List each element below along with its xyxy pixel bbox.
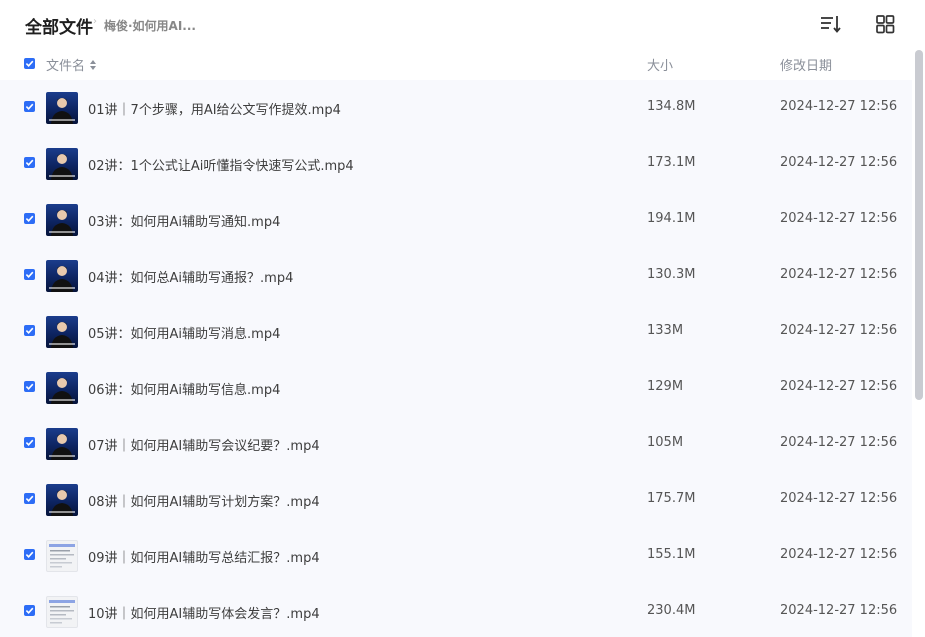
file-size: 194.1M [647,211,696,226]
row-checkbox[interactable] [24,549,35,560]
file-date: 2024-12-27 12:56 [780,99,898,114]
file-row[interactable]: 06讲：如何用Ai辅助写信息.mp4 129M 2024-12-27 12:56 [0,360,912,416]
document-thumbnail [46,596,78,628]
file-date: 2024-12-27 12:56 [780,211,898,226]
video-thumbnail [46,316,78,348]
file-name[interactable]: 01讲｜7个步骤，用AI给公文写作提效.mp4 [88,99,341,118]
sort-caret-icon [89,59,97,71]
file-date: 2024-12-27 12:56 [780,379,898,394]
file-row[interactable]: 04讲：如何总Ai辅助写通报？.mp4 130.3M 2024-12-27 12… [0,248,912,304]
row-checkbox[interactable] [24,605,35,616]
file-name[interactable]: 10讲｜如何用AI辅助写体会发言？.mp4 [88,603,320,622]
file-name[interactable]: 04讲：如何总Ai辅助写通报？.mp4 [88,267,293,286]
file-row[interactable]: 02讲：1个公式让Ai听懂指令快速写公式.mp4 173.1M 2024-12-… [0,136,912,192]
file-date: 2024-12-27 12:56 [780,491,898,506]
video-thumbnail [46,372,78,404]
file-date: 2024-12-27 12:56 [780,547,898,562]
sort-list-icon[interactable] [818,12,842,36]
file-size: 134.8M [647,99,696,114]
file-size: 105M [647,435,684,450]
video-thumbnail [46,428,78,460]
file-row[interactable]: 10讲｜如何用AI辅助写体会发言？.mp4 230.4M 2024-12-27 … [0,584,912,637]
file-row[interactable]: 01讲｜7个步骤，用AI给公文写作提效.mp4 134.8M 2024-12-2… [0,80,912,136]
file-name[interactable]: 06讲：如何用Ai辅助写信息.mp4 [88,379,280,398]
file-size: 133M [647,323,684,338]
file-name[interactable]: 09讲｜如何用AI辅助写总结汇报？.mp4 [88,547,320,566]
row-checkbox[interactable] [24,493,35,504]
row-checkbox[interactable] [24,213,35,224]
file-row[interactable]: 07讲｜如何用AI辅助写会议纪要？.mp4 105M 2024-12-27 12… [0,416,912,472]
column-name-label: 文件名 [46,59,86,74]
file-date: 2024-12-27 12:56 [780,435,898,450]
file-date: 2024-12-27 12:56 [780,155,898,170]
video-thumbnail [46,148,78,180]
document-thumbnail [46,540,78,572]
grid-view-icon[interactable] [873,12,897,36]
row-checkbox[interactable] [24,381,35,392]
select-all-checkbox[interactable] [24,58,35,69]
file-date: 2024-12-27 12:56 [780,323,898,338]
row-checkbox[interactable] [24,157,35,168]
breadcrumb-folder[interactable]: 梅俊·如何用AI... [104,17,196,34]
video-thumbnail [46,484,78,516]
video-thumbnail [46,260,78,292]
file-size: 155.1M [647,547,696,562]
file-name[interactable]: 07讲｜如何用AI辅助写会议纪要？.mp4 [88,435,320,454]
video-thumbnail [46,204,78,236]
column-name-header[interactable]: 文件名 [46,55,97,74]
file-size: 130.3M [647,267,696,282]
file-size: 129M [647,379,684,394]
file-row[interactable]: 08讲｜如何用AI辅助写计划方案？.mp4 175.7M 2024-12-27 … [0,472,912,528]
vertical-scrollbar[interactable] [915,50,923,400]
top-bar: 全部文件 › 梅俊·如何用AI... [0,0,925,48]
breadcrumb-separator: › [93,16,97,27]
file-size: 173.1M [647,155,696,170]
file-date: 2024-12-27 12:56 [780,267,898,282]
file-size: 175.7M [647,491,696,506]
video-thumbnail [46,92,78,124]
row-checkbox[interactable] [24,269,35,280]
page-title: 全部文件 [25,18,93,38]
column-date-header[interactable]: 修改日期 [780,55,832,74]
column-size-header[interactable]: 大小 [647,55,673,74]
file-name[interactable]: 05讲：如何用Ai辅助写消息.mp4 [88,323,280,342]
file-name[interactable]: 08讲｜如何用AI辅助写计划方案？.mp4 [88,491,320,510]
column-header: 文件名 大小 修改日期 [0,48,912,80]
row-checkbox[interactable] [24,437,35,448]
file-name[interactable]: 02讲：1个公式让Ai听懂指令快速写公式.mp4 [88,155,354,174]
file-size: 230.4M [647,603,696,618]
file-row[interactable]: 09讲｜如何用AI辅助写总结汇报？.mp4 155.1M 2024-12-27 … [0,528,912,584]
file-row[interactable]: 03讲：如何用Ai辅助写通知.mp4 194.1M 2024-12-27 12:… [0,192,912,248]
file-name[interactable]: 03讲：如何用Ai辅助写通知.mp4 [88,211,280,230]
row-checkbox[interactable] [24,325,35,336]
row-checkbox[interactable] [24,101,35,112]
file-date: 2024-12-27 12:56 [780,603,898,618]
file-list: 01讲｜7个步骤，用AI给公文写作提效.mp4 134.8M 2024-12-2… [0,80,912,637]
file-row[interactable]: 05讲：如何用Ai辅助写消息.mp4 133M 2024-12-27 12:56 [0,304,912,360]
